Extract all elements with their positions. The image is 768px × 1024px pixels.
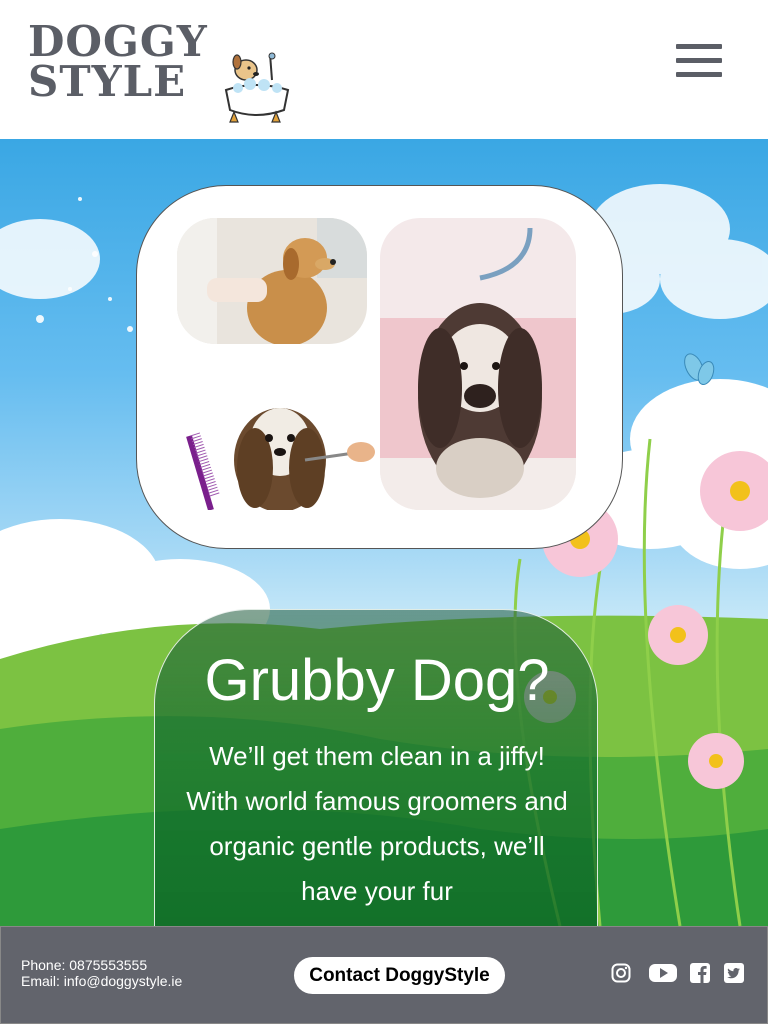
- hero-section: Grubby Dog? We’ll get them clean in a ji…: [0, 139, 768, 926]
- logo-wordmark: DOGGY STYLE: [28, 17, 208, 106]
- menu-bar-middle: [676, 58, 722, 63]
- contact-button[interactable]: Contact DoggyStyle: [294, 957, 505, 994]
- phone-text[interactable]: Phone: 0875553555: [21, 957, 182, 973]
- photo-gallery: [136, 185, 623, 549]
- menu-bar-top: [676, 44, 722, 49]
- hero-title: Grubby Dog?: [204, 648, 550, 713]
- menu-bar-bottom: [676, 72, 722, 77]
- logo-line-2: STYLE: [28, 57, 187, 106]
- instagram-icon[interactable]: [611, 963, 631, 983]
- logo-line-1: DOGGY: [28, 17, 208, 66]
- photo-golden-retriever: [177, 218, 367, 344]
- hero-card: Grubby Dog? We’ll get them clean in a ji…: [154, 609, 598, 926]
- site-logo[interactable]: DOGGY STYLE: [28, 17, 292, 126]
- youtube-icon[interactable]: [649, 963, 677, 983]
- facebook-icon[interactable]: [690, 963, 710, 983]
- photo-spaniel: [380, 218, 576, 510]
- site-header: DOGGY STYLE: [0, 0, 768, 139]
- bathtub-dog-icon: [224, 52, 290, 123]
- hero-body-text: We’ll get them clean in a jiffy! With wo…: [186, 741, 568, 906]
- hamburger-menu-icon[interactable]: [674, 42, 724, 80]
- twitter-icon[interactable]: [724, 963, 744, 983]
- photo-shih-tzu: [185, 386, 375, 510]
- site-footer: Phone: 0875553555 Email: info@doggystyle…: [0, 926, 768, 1024]
- contact-info: Phone: 0875553555 Email: info@doggystyle…: [21, 957, 182, 989]
- email-text[interactable]: Email: info@doggystyle.ie: [21, 973, 182, 989]
